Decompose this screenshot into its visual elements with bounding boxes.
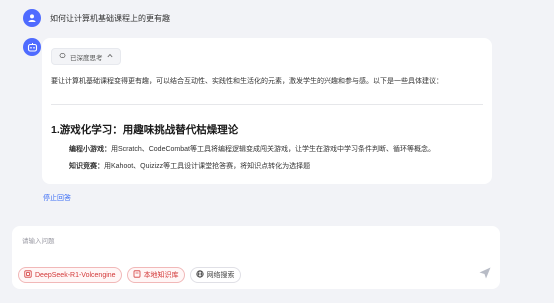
- section-title: 1.游戏化学习：用趣味挑战替代枯燥理论: [51, 124, 239, 136]
- bot-avatar-icon: [23, 38, 41, 56]
- bullet-text: 用Scratch、CodeCombat等工具将编程逻辑变成闯关游戏，让学生在游戏…: [111, 146, 435, 153]
- chat-input-box[interactable]: 请输入问题 DeepSeek-R1-Volcengine 本地知识库 网络搜索: [12, 226, 500, 289]
- bullet-label: 知识竞赛：: [69, 163, 104, 170]
- divider: [51, 104, 483, 105]
- chevron-up-icon: [106, 53, 113, 60]
- model-icon: [24, 270, 32, 280]
- knowledge-base-icon: [133, 270, 141, 280]
- answer-card: 已深度思考 要让计算机基础课程变得更有趣，可以结合互动性、实践性和生活化的元素，…: [42, 38, 492, 184]
- bullet-text: 用Kahoot、Quizizz等工具设计课堂抢答赛，将知识点转化为选择题: [104, 163, 311, 170]
- knowledge-base-chip[interactable]: 本地知识库: [126, 267, 185, 283]
- deep-think-icon: [59, 52, 66, 61]
- user-message: 如何让计算机基础课程上的更有趣: [23, 9, 170, 27]
- send-button[interactable]: [478, 266, 492, 285]
- model-select-chip[interactable]: DeepSeek-R1-Volcengine: [18, 267, 122, 283]
- web-search-chip[interactable]: 网络搜索: [189, 267, 241, 283]
- deep-think-toggle[interactable]: 已深度思考: [51, 48, 121, 65]
- send-icon: [478, 267, 492, 284]
- model-label: DeepSeek-R1-Volcengine: [35, 271, 116, 279]
- answer-intro: 要让计算机基础课程变得更有趣，可以结合互动性、实践性和生活化的元素，激发学生的兴…: [51, 78, 443, 85]
- deep-think-label: 已深度思考: [70, 54, 103, 62]
- user-avatar-icon: [23, 9, 41, 27]
- web-search-label: 网络搜索: [206, 272, 235, 279]
- user-question: 如何让计算机基础课程上的更有趣: [50, 13, 170, 23]
- question-input[interactable]: 请输入问题: [22, 235, 55, 245]
- list-item: 知识竞赛：用Kahoot、Quizizz等工具设计课堂抢答赛，将知识点转化为选择…: [69, 161, 310, 171]
- globe-icon: [195, 270, 204, 280]
- stop-answer-link[interactable]: 停止回答: [43, 193, 71, 203]
- bullet-label: 编程小游戏：: [69, 146, 111, 153]
- list-item: 编程小游戏：用Scratch、CodeCombat等工具将编程逻辑变成闯关游戏，…: [69, 144, 435, 154]
- knowledge-base-label: 本地知识库: [143, 272, 179, 279]
- input-options: DeepSeek-R1-Volcengine 本地知识库 网络搜索: [18, 267, 241, 283]
